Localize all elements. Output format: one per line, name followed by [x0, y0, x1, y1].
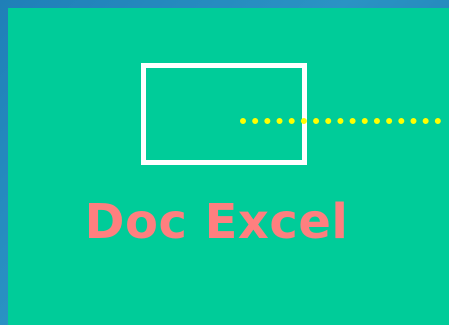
slide-label: Doc Excel	[84, 194, 349, 250]
dotted-connector-line	[240, 118, 441, 124]
placeholder-box	[141, 63, 307, 165]
slide-panel	[8, 8, 449, 325]
